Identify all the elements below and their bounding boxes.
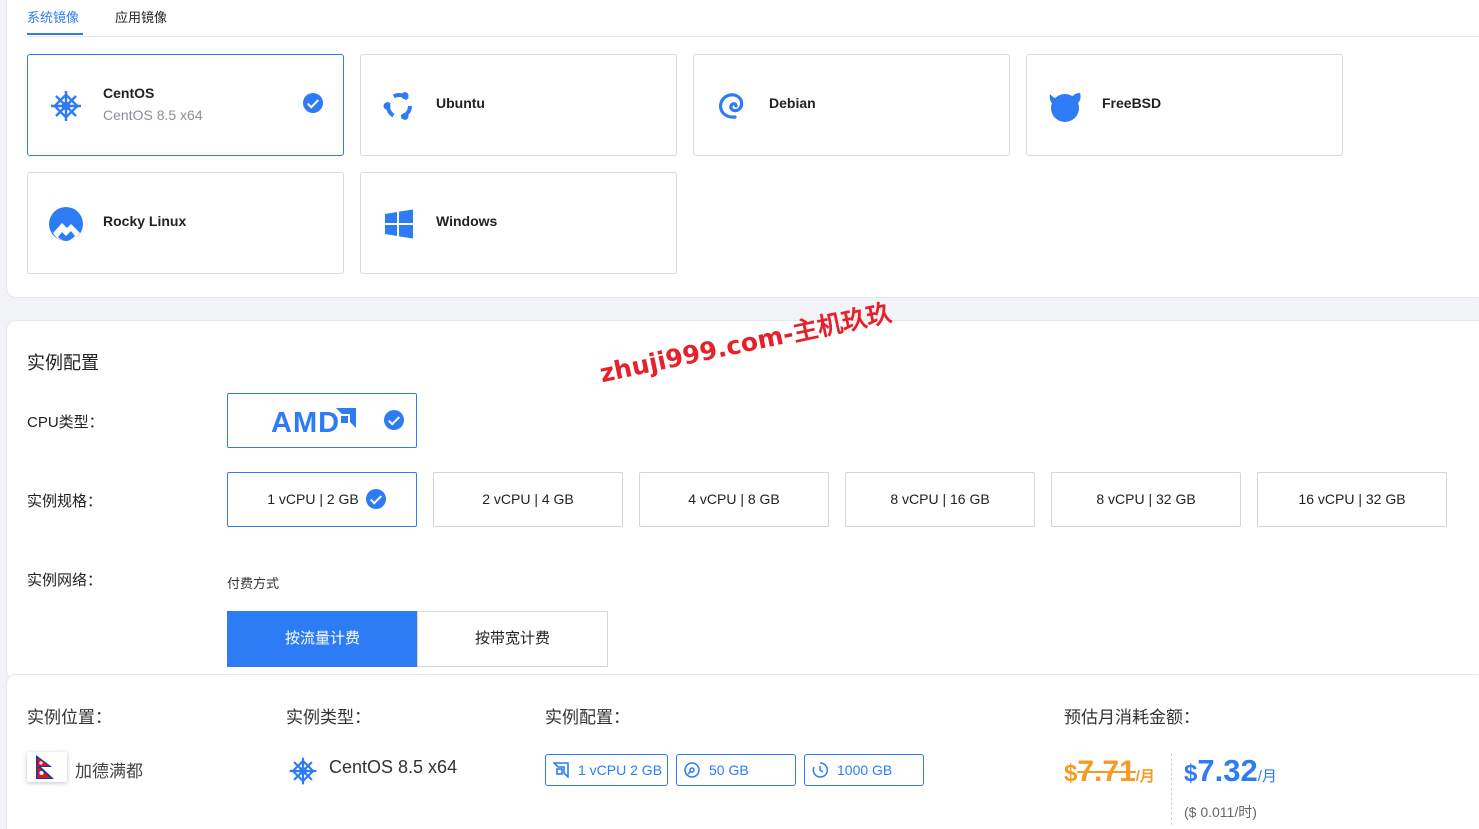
price-divider — [1171, 753, 1172, 825]
badge-text: 1 vCPU 2 GB — [578, 762, 663, 778]
instance-config-card: 实例配置 CPU类型： AMD 实例规格： 1 vCPU | 2 GB 2 vC… — [6, 320, 1479, 680]
os-card-debian[interactable]: Debian — [693, 54, 1010, 156]
payment-method-caption: 付费方式 — [227, 576, 280, 591]
selected-check-icon — [384, 410, 404, 430]
os-card-centos[interactable]: CentOS CentOS 8.5 x64 — [27, 54, 344, 156]
spec-label: 8 vCPU | 32 GB — [1096, 491, 1196, 507]
badge-text: 1000 GB — [837, 762, 893, 778]
hourly-price: ($ 0.011/时) — [1184, 804, 1257, 820]
selected-check-icon — [366, 489, 386, 509]
os-name-ubuntu: Ubuntu — [436, 95, 485, 111]
tab-system-image[interactable]: 系统镜像 — [27, 7, 84, 35]
ubuntu-icon — [383, 92, 412, 120]
cpu-type-label: CPU类型： — [27, 414, 104, 431]
image-tabs: 系统镜像 应用镜像 — [27, 1, 1479, 37]
instance-config-label: 实例配置： — [545, 708, 630, 727]
new-price-currency: $ — [1184, 760, 1198, 787]
os-name-windows: Windows — [436, 213, 498, 229]
freebsd-icon — [1049, 93, 1081, 122]
old-price-currency: $ — [1064, 760, 1078, 787]
debian-icon — [718, 93, 744, 119]
os-card-freebsd[interactable]: FreeBSD — [1026, 54, 1343, 156]
original-price: $7.71/月 — [1064, 755, 1155, 789]
spec-label: 8 vCPU | 16 GB — [890, 491, 990, 507]
rocky-linux-icon — [49, 207, 83, 241]
badge-text: 50 GB — [709, 762, 749, 778]
spec-label: 2 vCPU | 4 GB — [482, 491, 574, 507]
centos-icon — [51, 91, 81, 121]
cpu-icon — [553, 762, 569, 778]
instance-network-label: 实例网络： — [27, 572, 103, 589]
discount-price: $7.32/月 — [1184, 753, 1277, 789]
os-name-rocky-linux: Rocky Linux — [103, 213, 187, 229]
spec-option-4vcpu-8gb[interactable]: 4 vCPU | 8 GB — [639, 472, 829, 527]
spec-option-8vcpu-32gb[interactable]: 8 vCPU | 32 GB — [1051, 472, 1241, 527]
spec-option-2vcpu-4gb[interactable]: 2 vCPU | 4 GB — [433, 472, 623, 527]
tab-app-image[interactable]: 应用镜像 — [115, 7, 167, 26]
os-card-ubuntu[interactable]: Ubuntu — [360, 54, 677, 156]
disk-badge: 50 GB — [676, 754, 796, 786]
location-value: 加德满都 — [75, 762, 143, 781]
image-selection-card: 系统镜像 应用镜像 CentOS CentOS 8.5 x64 Ubuntu D… — [6, 0, 1479, 298]
spec-label: 4 vCPU | 8 GB — [688, 491, 780, 507]
os-card-windows[interactable]: Windows — [360, 172, 677, 274]
estimated-cost-label: 预估月消耗金额： — [1064, 708, 1200, 727]
spec-option-8vcpu-16gb[interactable]: 8 vCPU | 16 GB — [845, 472, 1035, 527]
spec-label: 16 vCPU | 32 GB — [1298, 491, 1406, 507]
spec-option-16vcpu-32gb[interactable]: 16 vCPU | 32 GB — [1257, 472, 1447, 527]
pay-by-bandwidth-button[interactable]: 按带宽计费 — [417, 611, 608, 667]
selected-check-icon — [303, 93, 323, 113]
section-title: 实例配置 — [27, 353, 99, 373]
cpu-option-amd[interactable]: AMD — [227, 393, 417, 448]
old-price-period: /月 — [1135, 768, 1155, 785]
os-name-centos: CentOS — [103, 85, 155, 101]
order-summary-card: 实例位置： 加德满都 实例类型： CentOS 8.5 x64 实例配置： 1 … — [6, 674, 1479, 829]
disk-icon — [684, 762, 700, 778]
new-price-period: /月 — [1257, 768, 1277, 785]
instance-type-label: 实例类型： — [286, 708, 371, 727]
instance-type-value: CentOS 8.5 x64 — [329, 757, 458, 777]
pay-by-traffic-button[interactable]: 按流量计费 — [227, 611, 418, 667]
os-card-rocky-linux[interactable]: Rocky Linux — [27, 172, 344, 274]
traffic-icon — [812, 762, 828, 778]
amd-arrow-icon — [336, 408, 356, 428]
instance-spec-label: 实例规格： — [27, 493, 103, 510]
os-version-centos: CentOS 8.5 x64 — [103, 107, 203, 123]
nepal-flag-icon — [27, 752, 67, 782]
windows-icon — [385, 209, 413, 239]
os-name-freebsd: FreeBSD — [1102, 95, 1162, 111]
spec-option-1vcpu-2gb[interactable]: 1 vCPU | 2 GB — [227, 472, 417, 527]
traffic-badge: 1000 GB — [804, 754, 924, 786]
new-price-value: 7.32 — [1197, 753, 1258, 788]
os-name-debian: Debian — [769, 95, 816, 111]
centos-icon — [289, 757, 317, 785]
old-price-value: 7.71 — [1077, 755, 1136, 788]
cpu-ram-badge: 1 vCPU 2 GB — [545, 754, 668, 786]
location-label: 实例位置： — [27, 708, 112, 727]
amd-logo: AMD — [271, 407, 341, 439]
spec-label: 1 vCPU | 2 GB — [267, 491, 359, 507]
